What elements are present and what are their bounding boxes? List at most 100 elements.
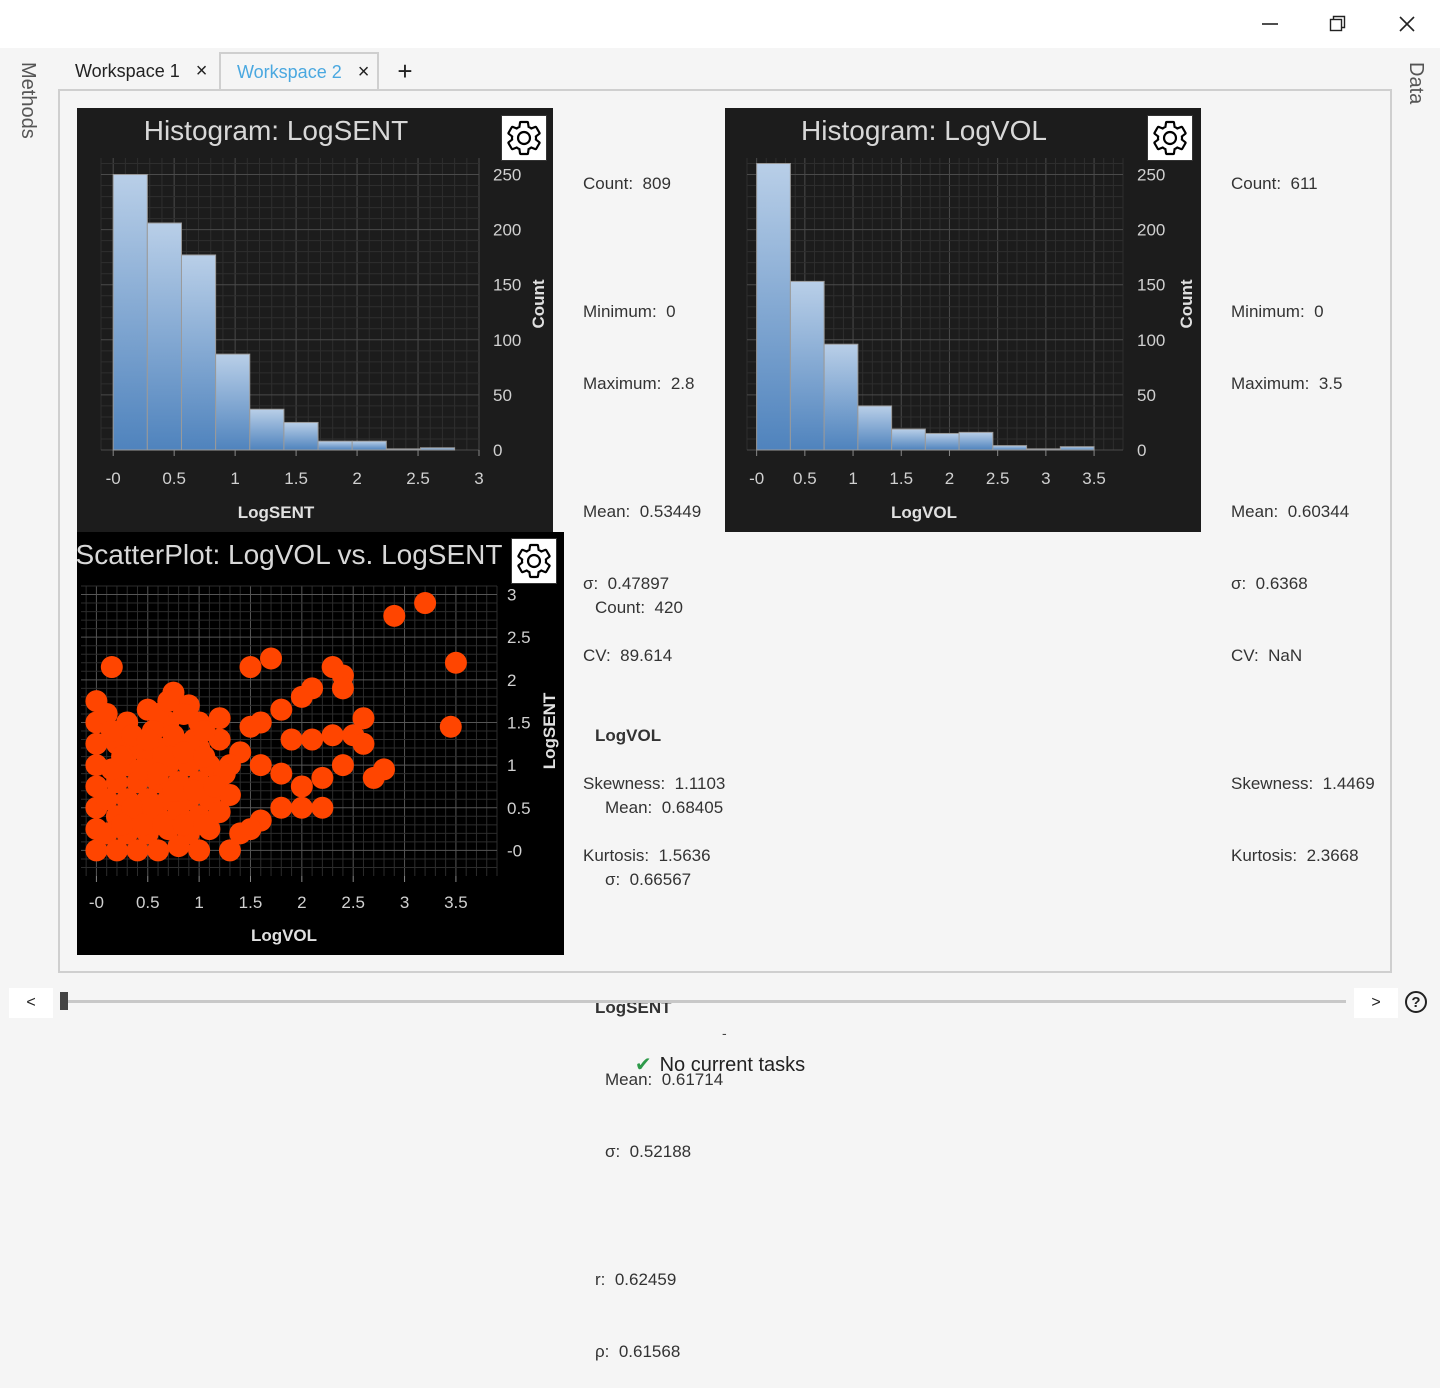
- scatter-point: [311, 796, 334, 819]
- scatter-point: [331, 754, 354, 777]
- scatter-point: [311, 766, 334, 789]
- histogram-logvol[interactable]: -0 0.5 1 1.5 2 2.5 3 3.5 0 50 100 150 200 250 Histogra…: [725, 108, 1201, 532]
- scatter-point: [136, 728, 159, 751]
- scatter-point: [331, 677, 354, 700]
- scatter-point: [439, 715, 462, 738]
- histogram-bar: [180, 254, 217, 451]
- plot-settings-button[interactable]: [501, 115, 547, 161]
- histogram-logvol-chart: -0 0.5 1 1.5 2 2.5 3 3.5 0 50 100 150 200 250 Histogra…: [725, 108, 1201, 532]
- x-tick-label: -0: [749, 469, 764, 488]
- stat-mean: Mean: 0.60344: [1231, 502, 1350, 521]
- scatter-point: [126, 839, 149, 862]
- close-window-button[interactable]: [1384, 8, 1430, 40]
- chart-title: Histogram: LogVOL: [801, 115, 1047, 146]
- scatter-point: [188, 839, 211, 862]
- scatter-point: [208, 801, 231, 824]
- methods-panel-toggle[interactable]: Methods: [16, 62, 39, 139]
- x-tick-label: 2: [352, 469, 361, 488]
- close-icon: [1399, 16, 1415, 32]
- plot-settings-button[interactable]: [1147, 115, 1193, 161]
- scatter-point: [131, 813, 154, 836]
- y-tick-label: 250: [1137, 166, 1165, 185]
- histogram-logsent[interactable]: -0 0.5 1 1.5 2 2.5 3 0 50 100 150 200 250 Histogram: …: [77, 108, 553, 532]
- scroll-left-button[interactable]: <: [9, 988, 53, 1018]
- histogram-bar: [1026, 448, 1061, 451]
- checkmark-icon: ✔: [634, 1054, 652, 1076]
- y-tick-label: 150: [1137, 276, 1165, 295]
- close-tab-icon[interactable]: ×: [358, 61, 370, 84]
- scatter-point: [249, 754, 272, 777]
- stat-count: Count: 611: [1231, 174, 1318, 193]
- x-axis-label: LogVOL: [891, 503, 957, 522]
- plot-settings-button[interactable]: [511, 538, 557, 584]
- x-tick-label: 3: [474, 469, 483, 488]
- histogram-bar: [283, 421, 319, 451]
- y-tick-label: 2: [507, 671, 516, 690]
- x-tick-label: 1.5: [284, 469, 308, 488]
- tab-workspace-1[interactable]: Workspace 1 ×: [75, 52, 215, 90]
- add-tab-button[interactable]: +: [394, 56, 416, 87]
- y-tick-label: -0: [507, 841, 522, 860]
- x-axis-label: LogVOL: [251, 926, 317, 945]
- x-tick-label: 1: [848, 469, 857, 488]
- scroll-right-button[interactable]: >: [1354, 988, 1398, 1018]
- stat-mean: Mean: 0.53449: [583, 502, 702, 521]
- scatter-point: [290, 685, 313, 708]
- histogram-bar: [958, 431, 994, 451]
- histogram-bar: [789, 280, 825, 451]
- close-tab-icon[interactable]: ×: [196, 60, 208, 83]
- x-tick-label: 1: [230, 469, 239, 488]
- scatter-point: [270, 796, 293, 819]
- scatter-point: [414, 592, 437, 615]
- y-axis-label: Count: [529, 279, 548, 328]
- scatter-point: [172, 741, 195, 764]
- y-tick-label: 200: [1137, 221, 1165, 240]
- scroll-track[interactable]: [62, 1000, 1346, 1003]
- scatter-point: [172, 813, 195, 836]
- x-tick-label: 3.5: [444, 893, 468, 912]
- x-tick-label: 2: [297, 893, 306, 912]
- stat-var1-mean: Mean: 0.68405: [605, 798, 724, 817]
- scatter-point: [203, 775, 226, 798]
- data-panel-toggle[interactable]: Data: [1404, 62, 1427, 104]
- scatter-point: [270, 762, 293, 785]
- restore-icon: [1329, 15, 1346, 32]
- y-tick-label: 3: [507, 586, 516, 605]
- minimize-button[interactable]: [1247, 8, 1293, 40]
- x-tick-label: 0.5: [162, 469, 186, 488]
- x-axis-label: LogSENT: [238, 503, 315, 522]
- scatter-point: [193, 745, 216, 768]
- scroll-thumb[interactable]: [60, 992, 68, 1010]
- scatter-point: [260, 647, 283, 670]
- histogram-bar: [419, 447, 456, 451]
- scatter-point: [172, 702, 195, 725]
- stat-cv: CV: NaN: [1231, 646, 1303, 665]
- scatter-point: [162, 779, 185, 802]
- x-tick-label: 2.5: [341, 893, 365, 912]
- help-button[interactable]: ?: [1405, 991, 1427, 1013]
- stat-var1-sigma: σ: 0.66567: [605, 870, 692, 889]
- histogram-logvol-stats: Count: 611 Minimum: 0 Maximum: 3.5 Mean:…: [1231, 124, 1375, 892]
- workspace-scroller: < >: [0, 988, 1440, 1018]
- stat-minimum: Minimum: 0: [583, 302, 676, 321]
- scatter-point: [270, 698, 293, 721]
- tab-workspace-2[interactable]: Workspace 2 ×: [219, 52, 379, 90]
- tab-label: Workspace 1: [75, 60, 180, 81]
- histogram-bar: [317, 440, 353, 451]
- stat-count: Count: 420: [595, 598, 683, 617]
- scatter-point: [95, 788, 118, 811]
- scatterplot-logvol-vs-logsent[interactable]: -0 0.5 1 1.5 2 2.5 3 3.5 -0 0.5 1 1.5 2 2.5 3 ScatterPl…: [76, 532, 564, 955]
- title-bar: [0, 0, 1440, 48]
- scatter-point: [444, 651, 467, 674]
- scatter-point: [280, 728, 303, 751]
- scatter-point: [383, 604, 406, 627]
- restore-button[interactable]: [1315, 8, 1361, 40]
- stat-count: Count: 809: [583, 174, 671, 193]
- x-tick-label: 0.5: [136, 893, 160, 912]
- scatter-point: [100, 758, 123, 781]
- histogram-logsent-chart: -0 0.5 1 1.5 2 2.5 30 50 100 150 200 250 Histogram: …: [77, 108, 553, 532]
- stat-maximum: Maximum: 2.8: [583, 374, 695, 393]
- scatterplot-stats: Count: 420 LogVOL Mean: 0.68405 σ: 0.665…: [595, 548, 723, 1388]
- scatter-point: [301, 728, 324, 751]
- stat-minimum: Minimum: 0: [1231, 302, 1324, 321]
